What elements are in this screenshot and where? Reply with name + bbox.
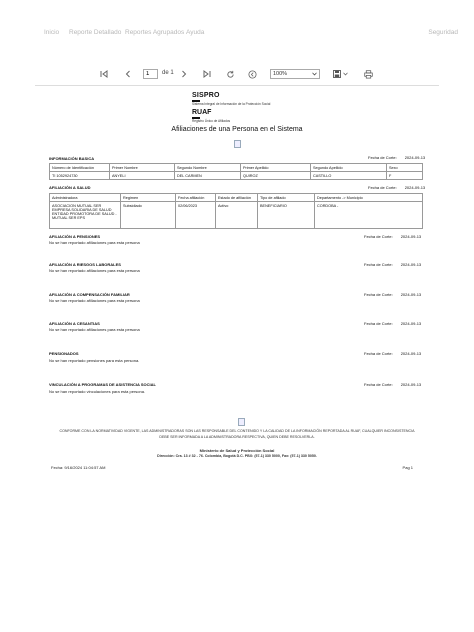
- table-cell: Primer Apellido: [240, 163, 311, 172]
- table-cell: CASTILLO: [310, 171, 387, 180]
- empty-message-pensions: No se han reportado afiliaciones para es…: [49, 240, 140, 245]
- print-button[interactable]: [361, 66, 375, 82]
- first-page-button[interactable]: [98, 66, 110, 82]
- nav-reportes-agrupados[interactable]: Reportes Agrupados: [125, 29, 184, 36]
- cut-date-social-assistance: Fecha de Corte: 2024-09-13: [364, 382, 422, 387]
- logo-sispro-subtitle: Sistema Integral de Información de la Pr…: [192, 102, 271, 106]
- footer-print-date: Fecha: 9/16/2024 11:04:57 AM: [51, 465, 106, 470]
- footer-disclaimer-line2: DEBE SER INFORMADA A LA ADMINISTRADORA R…: [159, 435, 315, 439]
- table-cell: Departamento -> Municipio: [314, 193, 423, 202]
- save-icon: [332, 70, 341, 78]
- logo-ruaf: RUAF: [192, 109, 212, 116]
- table-cell: 02/06/2023: [175, 201, 216, 229]
- nav-seguridad[interactable]: Seguridad: [428, 29, 458, 36]
- table-cell: Estado de afiliación: [215, 193, 258, 202]
- table-cell: Regimen: [120, 193, 176, 202]
- nav-inicio[interactable]: Inicio: [44, 29, 59, 36]
- top-navigation: Inicio Reporte Detallado Reportes Agrupa…: [0, 0, 474, 62]
- toolbar-divider: [35, 85, 439, 86]
- chevron-left-icon: [125, 70, 130, 78]
- table-cell: Fecha afiliación: [175, 193, 216, 202]
- empty-message-severance: No se han reportado afiliaciones para es…: [49, 327, 140, 332]
- back-button[interactable]: [246, 66, 258, 82]
- broken-image-icon: [238, 418, 245, 426]
- table-cell: BENEFICIARIO: [257, 201, 315, 229]
- broken-image-icon: [234, 140, 241, 148]
- section-title-family-compensation: AFILIACIÓN A COMPENSACIÓN FAMILIAR: [49, 292, 130, 297]
- section-title-health: AFILIACIÓN A SALUD: [49, 185, 91, 190]
- printer-icon: [363, 69, 373, 78]
- first-page-icon: [100, 70, 108, 78]
- zoom-value: 100%: [273, 71, 288, 77]
- page-count-label: de 1: [162, 70, 174, 76]
- nav-ayuda[interactable]: Ayuda: [186, 29, 204, 36]
- report-title: Afiliaciones de una Persona en el Sistem…: [171, 126, 303, 133]
- footer-ministry: Ministerio de Salud y Protección Social: [199, 448, 275, 453]
- table-cell: Activo: [215, 201, 258, 229]
- section-title-pensioners: PENSIONADOS: [49, 351, 79, 356]
- zoom-select[interactable]: 100%: [270, 69, 320, 79]
- footer-disclaimer-line1: CONFORME CON LA NORMATIVIDAD VIGENTE, LA…: [59, 429, 415, 433]
- table-cell: ASOCIACION MUTUAL SER EMPRESA SOLIDARIA …: [49, 201, 121, 229]
- table-row: ASOCIACION MUTUAL SER EMPRESA SOLIDARIA …: [49, 201, 423, 229]
- basic-info-table: Número de Identificación Primer Nombre S…: [49, 163, 423, 180]
- table-cell: F: [386, 171, 423, 180]
- previous-page-button[interactable]: [122, 66, 134, 82]
- table-cell: Segundo Apellido: [310, 163, 387, 172]
- empty-message-labor-risks: No se han reportado afiliaciones para es…: [49, 268, 140, 273]
- cut-date-health: Fecha de Corte: 2024-09-13: [368, 185, 426, 190]
- table-cell: Segundo Nombre: [174, 163, 241, 172]
- cut-date-severance: Fecha de Corte: 2024-09-13: [364, 321, 422, 326]
- table-cell: Administradora: [49, 193, 121, 202]
- sispro-ruaf-logo: SISPRO Sistema Integral de Información d…: [192, 92, 270, 123]
- chevron-right-icon: [182, 70, 187, 78]
- table-cell: Número de Identificación: [49, 163, 110, 172]
- section-title-severance: AFILIACIÓN A CESANTIAS: [49, 321, 100, 326]
- table-cell: TI 1052924730: [49, 171, 110, 180]
- table-cell: Sexo: [386, 163, 423, 172]
- last-page-button[interactable]: [201, 66, 213, 82]
- cut-date-pensions: Fecha de Corte: 2024-09-13: [364, 234, 422, 239]
- table-cell: DEL CARMEN: [174, 171, 241, 180]
- table-cell: ANYELI: [109, 171, 175, 180]
- table-cell: Subsidiado: [120, 201, 176, 229]
- back-circle-icon: [247, 69, 257, 79]
- table-cell: QUIROZ: [240, 171, 311, 180]
- table-cell: Primer Nombre: [109, 163, 175, 172]
- refresh-button[interactable]: [224, 66, 236, 82]
- empty-message-pensioners: No se han reportado pensiones para esta …: [49, 358, 140, 363]
- next-page-button[interactable]: [178, 66, 190, 82]
- table-header-row: Número de Identificación Primer Nombre S…: [49, 163, 423, 172]
- page-number-input[interactable]: [143, 69, 158, 79]
- health-affiliation-table: Administradora Regimen Fecha afiliación …: [49, 193, 423, 229]
- nav-reporte-detallado[interactable]: Reporte Detallado: [69, 29, 121, 36]
- cut-date-basic: Fecha de Corte: 2024-09-13: [368, 155, 426, 160]
- table-header-row: Administradora Regimen Fecha afiliación …: [49, 193, 423, 202]
- table-cell: Tipo de afiliado: [257, 193, 315, 202]
- chevron-down-icon: [312, 72, 317, 76]
- table-row: TI 1052924730 ANYELI DEL CARMEN QUIROZ C…: [49, 171, 423, 180]
- section-title-pensions: AFILIACIÓN A PENSIONES: [49, 234, 101, 239]
- refresh-icon: [226, 70, 234, 78]
- empty-message-social-assistance: No se han reportado vinculaciones para e…: [49, 389, 146, 394]
- cut-date-labor-risks: Fecha de Corte: 2024-09-13: [364, 262, 422, 267]
- chevron-down-icon: [342, 72, 348, 76]
- logo-sispro: SISPRO: [192, 92, 220, 99]
- cut-date-family-compensation: Fecha de Corte: 2024-09-13: [364, 292, 422, 297]
- section-title-social-assistance: VINCULACIÓN A PROGRAMAS DE ASISTENCIA SO…: [49, 382, 156, 387]
- empty-message-family-compensation: No se han reportado afiliaciones para es…: [49, 298, 140, 303]
- footer-address: Dirección: Cra. 13 # 32 - 76. Colombia, …: [157, 454, 317, 458]
- cut-date-pensioners: Fecha de Corte: 2024-09-13: [364, 351, 422, 356]
- section-title-basic: INFORMACIÓN BASICA: [49, 156, 95, 161]
- last-page-icon: [203, 70, 211, 78]
- logo-ruaf-subtitle: Registro Único de Afiliados: [192, 119, 231, 123]
- export-button[interactable]: [330, 66, 350, 82]
- table-cell: CORDOBA -: [314, 201, 423, 229]
- section-title-labor-risks: AFILIACIÓN A RIESGOS LABORALES: [49, 262, 121, 267]
- footer-page-number: Pag 1: [402, 465, 413, 470]
